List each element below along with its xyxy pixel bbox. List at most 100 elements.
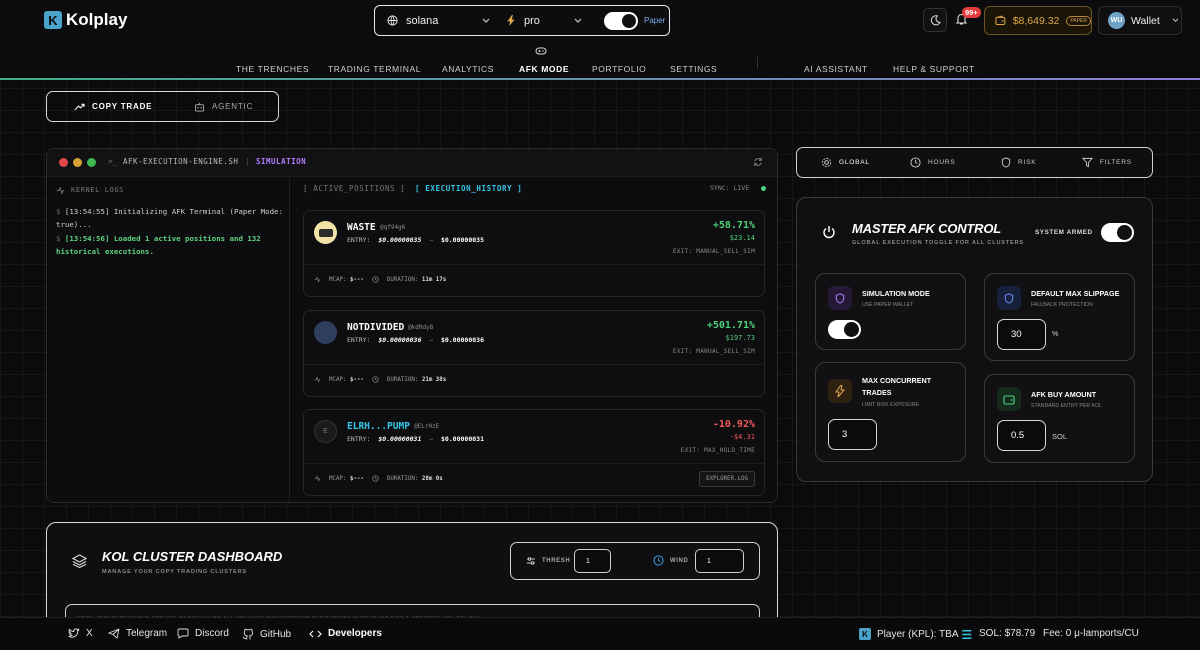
twitter-icon xyxy=(68,628,80,638)
wallet-button[interactable]: WU Wallet xyxy=(1098,6,1182,35)
entry-row: ENTRY: $0.00000035 → $0.00000035 xyxy=(347,236,484,244)
nav-afk-mode[interactable]: AFK MODE xyxy=(519,64,569,74)
github-icon xyxy=(242,628,254,640)
agentic-button[interactable]: AGENTIC xyxy=(194,92,253,121)
exit-reason: EXIT: MAX_HOLD_TIME xyxy=(680,447,755,454)
master-afk-control-panel: MASTER AFK CONTROL GLOBAL EXECUTION TOGG… xyxy=(796,197,1153,482)
token-icon: E xyxy=(314,420,337,443)
close-dot[interactable] xyxy=(59,158,68,167)
pnl-percent: -10.92% xyxy=(712,419,755,430)
max-slippage-tile: DEFAULT MAX SLIPPAGE FALLBACK PROTECTION… xyxy=(984,273,1135,361)
nav-portfolio[interactable]: PORTFOLIO xyxy=(592,64,646,74)
chevron-down-icon xyxy=(482,18,490,23)
log-prompt: $ xyxy=(56,234,61,243)
concurrent-title-2: TRADES xyxy=(862,388,892,397)
tab-filters[interactable]: FILTERS xyxy=(1082,148,1132,177)
settings-tabs: GLOBAL HOURS RISK FILTERS xyxy=(796,147,1153,178)
trade-card[interactable]: E ELRH...PUMP @ELrHzE ENTRY: $0.00000031… xyxy=(303,409,765,496)
trade-card[interactable]: NOTDIVIDED @kdRdyB ENTRY: $0.00000036 → … xyxy=(303,310,765,397)
chevron-down-icon xyxy=(574,18,582,23)
chain-label: solana xyxy=(406,14,439,27)
code-icon xyxy=(309,630,322,637)
explorer-log-button[interactable]: EXPLORER.LOG xyxy=(699,471,755,487)
tab-risk[interactable]: RISK xyxy=(1001,148,1036,177)
gear-icon xyxy=(821,157,832,168)
execution-terminal: >_ AFK-EXECUTION-ENGINE.SH | SIMULATION … xyxy=(46,148,778,503)
footer-developers-link[interactable]: Developers xyxy=(309,628,382,639)
avatar: WU xyxy=(1108,12,1125,29)
kol-subtitle: MANAGE YOUR COPY TRADING CLUSTERS xyxy=(102,569,247,575)
footer-x-link[interactable]: X xyxy=(68,628,93,639)
system-armed-toggle[interactable] xyxy=(1101,223,1134,242)
bot-icon xyxy=(194,102,205,112)
token-handle: @qf94g6 xyxy=(380,224,406,231)
nav-analytics[interactable]: ANALYTICS xyxy=(442,64,494,74)
paper-mode-label: Paper xyxy=(644,16,666,25)
logo[interactable]: K Kolplay xyxy=(44,10,127,30)
activity-icon xyxy=(56,186,65,195)
tab-execution-history[interactable]: [ EXECUTION_HISTORY ] xyxy=(415,184,522,193)
pnl-usd: $23.14 xyxy=(729,234,755,242)
slippage-input[interactable]: 30 xyxy=(997,319,1046,350)
master-title: MASTER AFK CONTROL xyxy=(852,221,1002,236)
tab-global[interactable]: GLOBAL xyxy=(821,148,870,177)
activity-icon xyxy=(314,376,321,383)
window-input[interactable]: 1 xyxy=(695,549,744,573)
concurrent-sub: LIMIT RISK EXPOSURE xyxy=(862,402,919,408)
activity-icon xyxy=(314,475,321,482)
trade-meta: MCAP: $--- DURATION: 21m 38s xyxy=(314,376,446,383)
footer-fee: Fee: 0 μ-lamports/CU xyxy=(1043,628,1139,639)
sync-status: SYNC: LIVE xyxy=(710,184,750,192)
terminal-divider: | xyxy=(245,157,250,166)
buy-amount-input[interactable]: 0.5 xyxy=(997,420,1046,451)
globe-icon xyxy=(387,15,398,26)
send-icon xyxy=(108,628,120,639)
maximize-dot[interactable] xyxy=(87,158,96,167)
token-handle: @ELrHzE xyxy=(414,423,440,430)
clock-icon xyxy=(372,475,379,482)
trade-meta: MCAP: $--- DURATION: 28m 0s xyxy=(314,475,443,482)
token-name: NOTDIVIDED xyxy=(347,322,405,333)
tab-active-positions[interactable]: [ ACTIVE_POSITIONS ] xyxy=(303,184,405,193)
tab-hours[interactable]: HOURS xyxy=(910,148,955,177)
refresh-icon[interactable] xyxy=(753,157,763,167)
simulation-mode-toggle[interactable] xyxy=(828,320,861,339)
sim-mode-title: SIMULATION MODE xyxy=(862,289,930,298)
nav-the-trenches[interactable]: THE TRENCHES xyxy=(236,64,309,74)
token-icon xyxy=(314,221,337,244)
pnl-usd: -$4.31 xyxy=(729,433,755,441)
nav-settings[interactable]: SETTINGS xyxy=(670,64,717,74)
footer-discord-link[interactable]: Discord xyxy=(177,628,229,639)
footer-github-link[interactable]: GitHub xyxy=(242,628,291,640)
power-icon xyxy=(823,226,835,239)
buy-amount-title: AFK BUY AMOUNT xyxy=(1031,390,1097,399)
layers-icon xyxy=(72,554,87,568)
trending-up-icon xyxy=(74,103,85,110)
log-prompt: $ xyxy=(56,207,61,216)
theme-toggle-button[interactable] xyxy=(923,8,947,32)
balance-button[interactable]: $8,649.32 PAPER xyxy=(984,6,1092,35)
max-concurrent-input[interactable]: 3 xyxy=(828,419,877,450)
trade-meta: MCAP: $--- DURATION: 11m 17s xyxy=(314,276,446,283)
log-text: [13:54:55] Initializing AFK Terminal (Pa… xyxy=(56,207,283,229)
clock-icon xyxy=(653,555,664,566)
cluster-controls: THRESH 1 WIND 1 xyxy=(510,542,760,580)
nav-ai-assistant[interactable]: AI ASSISTANT xyxy=(804,64,868,74)
entry-row: ENTRY: $0.00000036 → $0.00000036 xyxy=(347,336,484,344)
slippage-title: DEFAULT MAX SLIPPAGE xyxy=(1031,289,1120,298)
footer-sol-price: SOL: $78.79 xyxy=(961,628,1035,639)
solana-icon xyxy=(961,629,972,639)
logo-text: Kolplay xyxy=(66,10,128,29)
paper-mode-toggle[interactable] xyxy=(604,12,638,30)
pnl-percent: +58.71% xyxy=(712,220,755,231)
nav-help-support[interactable]: HELP & SUPPORT xyxy=(893,64,975,74)
footer-telegram-link[interactable]: Telegram xyxy=(108,628,167,639)
tier-selector[interactable]: pro xyxy=(506,6,582,35)
chain-selector[interactable]: solana xyxy=(387,6,490,35)
thresh-input[interactable]: 1 xyxy=(574,549,611,573)
copy-trade-button[interactable]: COPY TRADE xyxy=(74,92,152,121)
nav-trading-terminal[interactable]: TRADING TERMINAL xyxy=(328,64,421,74)
trade-card[interactable]: WASTE @qf94g6 ENTRY: $0.00000035 → $0.00… xyxy=(303,210,765,297)
mode-switch: COPY TRADE AGENTIC xyxy=(46,91,279,122)
minimize-dot[interactable] xyxy=(73,158,82,167)
